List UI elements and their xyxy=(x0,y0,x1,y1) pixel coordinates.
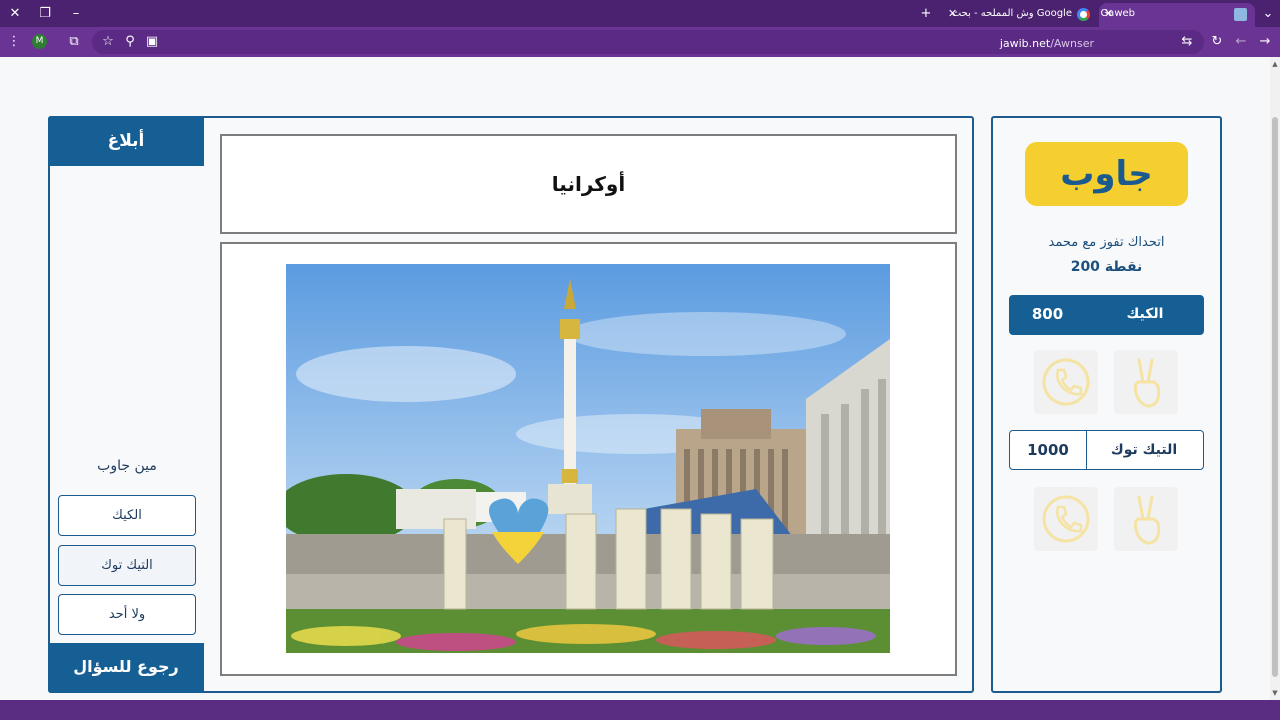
jawib-logo: جاوب xyxy=(1025,142,1188,206)
new-tab-icon[interactable]: + xyxy=(916,4,936,24)
tab-gaweb[interactable]: ✕ Gaweb xyxy=(1099,3,1255,27)
google-favicon-icon xyxy=(1077,8,1090,21)
url-path: /Awnser xyxy=(1050,37,1094,50)
scroll-up-icon[interactable]: ▲ xyxy=(1270,59,1280,69)
team-name: الكيك xyxy=(1126,306,1164,322)
browser-tab-bar: ✕ ❐ – + ✕ وش المملحه - بحث Google ✕ Gawe… xyxy=(0,0,1280,27)
team-score-cake: الكيك 800 xyxy=(1009,295,1204,335)
logo-text: جاوب xyxy=(1060,154,1153,194)
two-fingers-icon xyxy=(1134,358,1161,408)
address-bar[interactable]: ☆ ⚲ ▣ jawib.net/Awnser ⇆ xyxy=(92,30,1204,54)
back-arrow-icon[interactable]: ← xyxy=(1231,32,1251,52)
tab-title: وش المملحه - بحث Google xyxy=(951,8,1072,19)
scroll-down-icon[interactable]: ▼ xyxy=(1270,688,1280,698)
tab-title: Gaweb xyxy=(1100,8,1135,19)
menu-kebab-icon[interactable]: ⋮ xyxy=(4,32,24,52)
site-settings-icon[interactable]: ⇆ xyxy=(1177,32,1197,52)
team-score-tiktok: التيك توك 1000 xyxy=(1009,430,1204,470)
who-answered-label: مين جاوب xyxy=(97,458,157,474)
minimize-window-icon[interactable]: – xyxy=(66,4,86,24)
bottom-decoration xyxy=(0,700,1280,720)
scrollbar[interactable]: ▲ ▼ xyxy=(1270,57,1280,700)
question-word-box: أوكرانيا xyxy=(220,134,957,234)
answer-photo: I ♥ Kyiv xyxy=(286,264,890,653)
browser-toolbar: ⋮ M ⧉ ☆ ⚲ ▣ jawib.net/Awnser ⇆ ↻ ← → xyxy=(0,27,1280,57)
answer-option-tiktok[interactable]: التيك توك xyxy=(58,545,196,586)
phone-lifeline[interactable] xyxy=(1034,350,1098,414)
team-name: التيك توك xyxy=(1110,442,1178,458)
two-fingers-icon xyxy=(1134,495,1161,545)
restore-window-icon[interactable]: ❐ xyxy=(35,4,55,24)
extensions-icon[interactable]: ⧉ xyxy=(64,32,84,52)
url-text[interactable]: jawib.net/Awnser xyxy=(1000,37,1094,50)
challenge-line: اتحداك تفوز مع محمد xyxy=(1048,235,1165,250)
close-window-icon[interactable]: ✕ xyxy=(5,4,25,24)
tab-google-search[interactable]: ✕ وش المملحه - بحث Google xyxy=(944,3,1098,27)
two-fingers-lifeline[interactable] xyxy=(1114,487,1178,551)
reload-icon[interactable]: ↻ xyxy=(1207,32,1227,52)
translate-icon[interactable]: ▣ xyxy=(142,32,162,52)
site-favicon-icon xyxy=(1234,8,1247,21)
scrollbar-thumb[interactable] xyxy=(1272,117,1278,677)
phone-icon xyxy=(1042,358,1090,406)
team-score: 1000 xyxy=(1010,431,1087,469)
answer-option-cake[interactable]: الكيك xyxy=(58,495,196,536)
team-score: 800 xyxy=(1031,305,1064,323)
question-word: أوكرانيا xyxy=(551,172,626,196)
two-fingers-lifeline[interactable] xyxy=(1114,350,1178,414)
answer-option-nobody[interactable]: ولا أحد xyxy=(58,594,196,635)
challenge-text: اتحداك تفوز مع محمد 200 نقطة xyxy=(1009,231,1204,279)
tab-search-chevron-icon[interactable]: ⌄ xyxy=(1258,4,1278,24)
profile-avatar[interactable]: M xyxy=(32,34,47,49)
report-button[interactable]: أبلاغ xyxy=(48,116,204,166)
zoom-icon[interactable]: ⚲ xyxy=(120,32,140,52)
photo-sign: I ♥ Kyiv xyxy=(588,603,592,605)
phone-lifeline[interactable] xyxy=(1034,487,1098,551)
challenge-points: 200 نقطة xyxy=(1070,259,1143,275)
bookmark-star-icon[interactable]: ☆ xyxy=(98,32,118,52)
back-to-question-button[interactable]: رجوع للسؤال xyxy=(48,643,204,693)
url-host: jawib.net xyxy=(999,37,1051,50)
phone-icon xyxy=(1042,495,1090,543)
forward-arrow-icon[interactable]: → xyxy=(1255,32,1275,52)
